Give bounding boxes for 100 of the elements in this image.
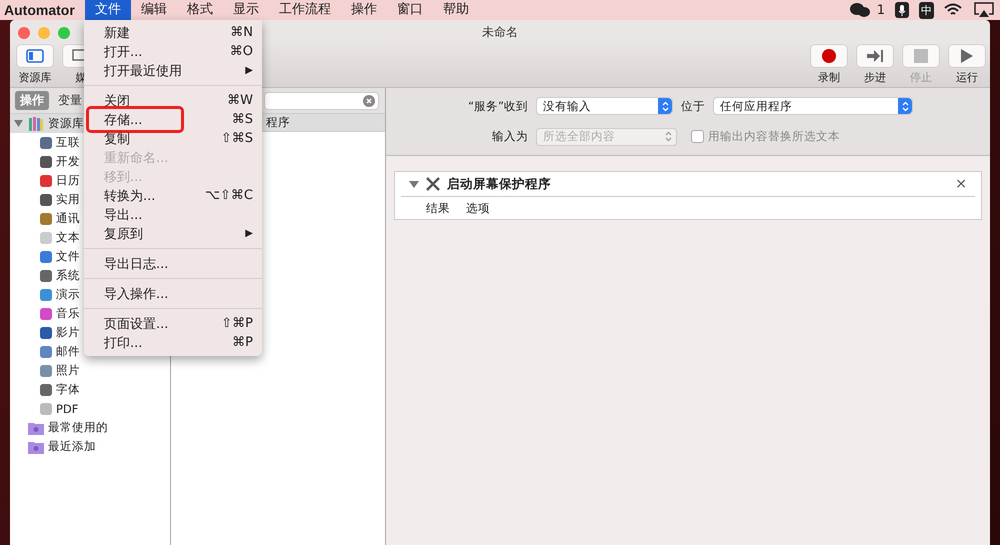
wifi-icon[interactable] xyxy=(944,3,962,17)
run-button[interactable] xyxy=(949,45,985,67)
action-title: 启动屏幕保护程序 xyxy=(447,176,552,192)
menu-item[interactable]: 页面设置... xyxy=(104,314,168,332)
field-label: “服务”收到 xyxy=(467,98,528,114)
category-icon xyxy=(39,402,53,416)
menu-item[interactable]: 打开... xyxy=(104,42,142,60)
step-button[interactable] xyxy=(857,45,893,67)
keyboard-shortcut: ⌘S xyxy=(232,112,253,127)
library-item[interactable]: 字体 xyxy=(56,382,80,397)
menu-item[interactable]: 新建 xyxy=(104,24,130,42)
menu-item[interactable]: 导入操作... xyxy=(104,284,168,302)
app-menu[interactable]: Automator xyxy=(0,2,85,18)
category-icon xyxy=(39,212,53,226)
library-item[interactable]: 照片 xyxy=(56,363,80,378)
menu-item[interactable]: 存储... xyxy=(104,110,142,128)
stepper-icon xyxy=(665,131,672,142)
record-button[interactable] xyxy=(811,45,847,67)
library-item[interactable]: 最近添加 xyxy=(48,439,96,454)
menu-item[interactable]: 导出日志... xyxy=(104,254,168,272)
keyboard-shortcut: ⇧⌘S xyxy=(220,131,253,146)
menu-title[interactable]: 编辑 xyxy=(130,0,177,20)
toolbar-label: 停止 xyxy=(910,70,932,85)
category-icon xyxy=(39,268,53,282)
library-tab[interactable]: 变量 xyxy=(53,91,87,110)
menu-title[interactable]: 帮助 xyxy=(432,0,479,20)
keyboard-shortcut: ⌘O xyxy=(230,44,253,59)
menu-title[interactable]: 工作流程 xyxy=(268,0,341,20)
library-item[interactable]: 开发 xyxy=(56,154,80,169)
library-item[interactable]: 音乐 xyxy=(56,306,80,321)
category-icon xyxy=(39,174,53,188)
library-item[interactable]: 资源库 xyxy=(48,116,84,131)
library-item[interactable]: 通讯 xyxy=(56,211,80,226)
library-item[interactable]: 最常使用的 xyxy=(48,420,108,435)
library-item[interactable]: 互联 xyxy=(56,135,80,150)
search-field[interactable] xyxy=(264,92,379,110)
menu-item[interactable]: 转换为... xyxy=(104,186,156,204)
microphone-icon[interactable] xyxy=(895,2,909,18)
stepper-icon xyxy=(902,100,908,112)
window-title: 未命名 xyxy=(482,24,518,40)
play-icon xyxy=(960,48,974,64)
smart-folder-icon xyxy=(28,420,44,434)
category-icon xyxy=(39,364,53,378)
menu-title[interactable]: 格式 xyxy=(176,0,223,20)
category-icon xyxy=(39,250,53,264)
category-icon xyxy=(39,306,53,320)
menu-title[interactable]: 操作 xyxy=(340,0,387,20)
menu-item[interactable]: 打开最近使用 xyxy=(104,62,182,80)
keyboard-shortcut: ⌘P xyxy=(232,335,253,350)
library-item[interactable]: 影片 xyxy=(56,325,80,340)
column-header[interactable]: 程序 xyxy=(266,115,290,129)
menu-item[interactable]: 复制 xyxy=(104,130,130,148)
smart-folder-icon xyxy=(28,440,44,454)
library-item[interactable]: 系统 xyxy=(56,268,80,283)
category-icon xyxy=(39,154,53,168)
receives-dropdown[interactable]: 没有输入 xyxy=(536,97,673,116)
library-item[interactable]: 演示 xyxy=(56,287,80,302)
category-icon xyxy=(39,230,53,244)
menu-item[interactable]: 关闭 xyxy=(104,92,130,110)
keyboard-shortcut: ⇧⌘P xyxy=(221,316,253,331)
library-item[interactable]: 文件 xyxy=(56,249,80,264)
submenu-arrow: ▶ xyxy=(245,65,253,76)
airplay-icon[interactable] xyxy=(974,2,994,18)
chat-icon[interactable] xyxy=(848,2,871,18)
record-icon xyxy=(821,48,837,64)
input-method-indicator[interactable]: 中 xyxy=(919,2,934,18)
library-button[interactable] xyxy=(17,45,53,67)
library-icon xyxy=(28,116,44,132)
category-icon xyxy=(39,344,53,358)
library-item[interactable]: 文本 xyxy=(56,230,80,245)
close-button[interactable] xyxy=(18,27,30,39)
toolbar-label: 运行 xyxy=(956,70,978,85)
keyboard-shortcut: ⌘W xyxy=(227,93,253,108)
action-tab[interactable]: 结果 xyxy=(426,200,450,216)
menu-item[interactable]: 导出... xyxy=(104,206,142,224)
menu-title[interactable]: 窗口 xyxy=(386,0,433,20)
disclosure-triangle[interactable] xyxy=(14,119,24,128)
menu-item[interactable]: 打印... xyxy=(104,334,142,352)
disclosure-triangle[interactable] xyxy=(409,179,419,189)
action-tab[interactable]: 选项 xyxy=(466,200,490,216)
menu-title[interactable]: 显示 xyxy=(222,0,269,20)
category-icon xyxy=(39,136,53,150)
close-button[interactable]: × xyxy=(955,176,967,192)
notification-count: 1 xyxy=(876,2,885,18)
library-item[interactable]: 实用 xyxy=(56,192,80,207)
library-item[interactable]: 邮件 xyxy=(56,344,80,359)
category-icon xyxy=(39,192,53,206)
checkbox[interactable] xyxy=(691,130,704,144)
category-icon xyxy=(39,288,53,302)
toolbar-label: 步进 xyxy=(864,70,886,85)
location-dropdown[interactable]: 任何应用程序 xyxy=(713,97,913,116)
library-item[interactable]: 日历 xyxy=(56,173,80,188)
step-icon xyxy=(866,49,884,63)
menu-item[interactable]: 复原到 xyxy=(104,224,143,242)
toolbar-label: 录制 xyxy=(818,70,840,85)
clear-icon[interactable] xyxy=(363,94,375,106)
sidebar-icon xyxy=(26,49,44,63)
menu-title[interactable]: 文件 xyxy=(84,0,131,20)
library-item[interactable]: PDF xyxy=(56,402,78,416)
stop-icon xyxy=(914,49,928,63)
